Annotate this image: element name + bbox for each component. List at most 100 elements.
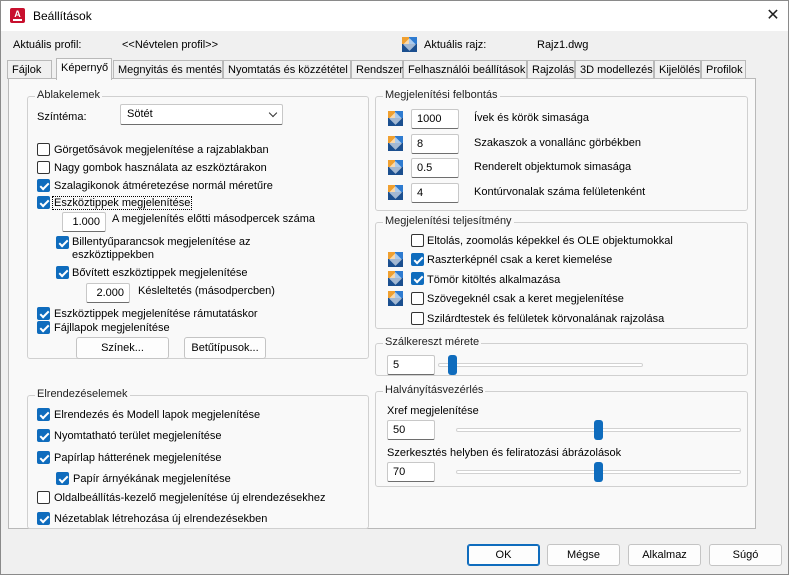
xref-fade-input[interactable]: 50 <box>387 420 435 440</box>
highlight-raster-frame-checkbox[interactable] <box>411 253 424 266</box>
autocad-app-icon: A <box>10 8 25 23</box>
display-resolution-title: Megjelenítési felbontás <box>383 89 500 101</box>
apply-button[interactable]: Alkalmaz <box>628 544 701 566</box>
create-viewport-label: Nézetablak létrehozása új elrendezésekbe… <box>54 513 268 525</box>
inplace-fade-input[interactable]: 70 <box>387 462 435 482</box>
solid-fill-label: Tömör kitöltés alkalmazása <box>427 274 561 286</box>
inplace-edit-label: Szerkesztés helyben és feliratozási ábrá… <box>387 447 622 459</box>
chevron-down-icon <box>268 108 278 118</box>
xref-slider-thumb[interactable] <box>594 420 603 440</box>
crosshair-size-title: Szálkereszt mérete <box>383 336 482 348</box>
resize-ribbon-icons-label: Szalagikonok átméretezése normál méretűr… <box>54 180 273 192</box>
large-buttons-checkbox[interactable] <box>37 161 50 174</box>
resize-ribbon-icons-checkbox[interactable] <box>37 179 50 192</box>
polyline-segments-input[interactable]: 8 <box>411 134 459 154</box>
printable-area-checkbox[interactable] <box>37 429 50 442</box>
layout-model-tabs-checkbox[interactable] <box>37 408 50 421</box>
tab-user-preferences[interactable]: Felhasználói beállítások <box>403 60 527 79</box>
fade-control-title: Halványításvezérlés <box>383 384 486 396</box>
drawing-saved-icon <box>388 111 403 126</box>
scrollbars-checkbox[interactable] <box>37 143 50 156</box>
paper-shadow-label: Papír árnyékának megjelenítése <box>73 473 231 485</box>
large-buttons-label: Nagy gombok használata az eszköztárakon <box>54 162 267 174</box>
tab-plot-publish[interactable]: Nyomtatás és közzététel <box>223 60 351 79</box>
scrollbars-label: Görgetősávok megjelenítése a rajzablakba… <box>54 144 269 156</box>
extended-delay-input[interactable]: 2.000 <box>86 283 130 303</box>
drawing-saved-icon <box>388 185 403 200</box>
rollover-tooltips-label: Eszköztippek megjelenítése rámutatáskor <box>54 308 258 320</box>
current-drawing-label: Aktuális rajz: <box>424 39 487 51</box>
rollover-tooltips-checkbox[interactable] <box>37 307 50 320</box>
color-scheme-label: Színtéma: <box>37 111 87 123</box>
window-title: Beállítások <box>33 9 92 23</box>
current-profile-value: <<Névtelen profil>> <box>122 39 219 51</box>
rendered-smoothness-label: Renderelt objektumok simasága <box>474 161 632 173</box>
tab-drafting[interactable]: Rajzolás <box>527 60 575 79</box>
help-button[interactable]: Súgó <box>709 544 782 566</box>
show-tooltips-label: Eszköztippek megjelenítése <box>52 196 193 210</box>
drawing-saved-icon <box>388 252 403 267</box>
polyline-segments-label: Szakaszok a vonallánc görbékben <box>474 137 641 149</box>
rendered-smoothness-input[interactable]: 0.5 <box>411 158 459 178</box>
tab-3d-modeling[interactable]: 3D modellezés <box>575 60 654 79</box>
tooltip-delay-input[interactable]: 1.000 <box>62 212 106 232</box>
pan-zoom-raster-checkbox[interactable] <box>411 234 424 247</box>
page-setup-manager-checkbox[interactable] <box>37 491 50 504</box>
contour-lines-input[interactable]: 4 <box>411 183 459 203</box>
display-performance-title: Megjelenítési teljesítmény <box>383 215 514 227</box>
crosshair-slider-thumb[interactable] <box>447 355 457 375</box>
tab-display[interactable]: Képernyő <box>56 58 112 80</box>
tooltip-delay-label: A megjelenítés előtti másodpercek száma <box>112 213 315 225</box>
paper-shadow-checkbox[interactable] <box>56 472 69 485</box>
tab-open-save[interactable]: Megnyitás és mentés <box>113 60 223 79</box>
tab-profiles[interactable]: Profilok <box>701 60 746 79</box>
extended-delay-label: Késleltetés (másodpercben) <box>138 285 275 297</box>
current-drawing-value: Rajz1.dwg <box>537 39 589 51</box>
xref-display-label: Xref megjelenítése <box>387 405 479 417</box>
color-scheme-select[interactable]: Sötét <box>120 104 283 125</box>
file-tabs-checkbox[interactable] <box>37 321 50 334</box>
tab-system[interactable]: Rendszer <box>351 60 403 79</box>
shortcut-keys-label: Billentyűparancsok megjelenítése az eszk… <box>72 236 251 261</box>
arc-smoothness-input[interactable]: 1000 <box>411 109 459 129</box>
text-frame-checkbox[interactable] <box>411 292 424 305</box>
page-setup-manager-label: Oldalbeállítás-kezelő megjelenítése új e… <box>54 492 326 504</box>
layout-model-tabs-label: Elrendezés és Modell lapok megjelenítése <box>54 409 261 421</box>
file-tabs-label: Fájllapok megjelenítése <box>54 322 170 334</box>
title-bar: A Beállítások ✕ <box>1 1 788 31</box>
silhouette-checkbox[interactable] <box>411 312 424 325</box>
drawing-saved-icon <box>388 160 403 175</box>
ok-button[interactable]: OK <box>467 544 540 566</box>
shortcut-keys-checkbox[interactable] <box>56 236 69 249</box>
text-frame-label: Szövegeknél csak a keret megjelenítése <box>427 293 624 305</box>
pan-zoom-raster-label: Eltolás, zoomolás képekkel és OLE objekt… <box>427 235 673 247</box>
tab-files[interactable]: Fájlok <box>7 60 52 79</box>
contour-lines-label: Kontúrvonalak száma felületenként <box>474 186 646 198</box>
solid-fill-checkbox[interactable] <box>411 272 424 285</box>
crosshair-size-input[interactable]: 5 <box>387 355 435 375</box>
colors-button[interactable]: Színek... <box>76 337 169 359</box>
silhouette-label: Szilárdtestek és felületek körvonalának … <box>427 313 665 325</box>
show-tooltips-checkbox[interactable] <box>37 196 50 209</box>
paper-background-label: Papírlap hátterének megjelenítése <box>54 452 222 464</box>
close-button[interactable]: ✕ <box>759 3 787 29</box>
tab-selection[interactable]: Kijelölés <box>654 60 701 79</box>
create-viewport-checkbox[interactable] <box>37 512 50 525</box>
window-elements-title: Ablakelemek <box>35 89 102 101</box>
layout-elements-title: Elrendezéselemek <box>35 388 130 400</box>
inplace-slider-thumb[interactable] <box>594 462 603 482</box>
drawing-saved-icon <box>388 136 403 151</box>
drawing-file-icon <box>402 37 417 52</box>
paper-background-checkbox[interactable] <box>37 451 50 464</box>
crosshair-size-slider[interactable] <box>438 363 643 367</box>
extended-tooltips-checkbox[interactable] <box>56 266 69 279</box>
printable-area-label: Nyomtatható terület megjelenítése <box>54 430 222 442</box>
current-profile-label: Aktuális profil: <box>13 39 82 51</box>
fonts-button[interactable]: Betűtípusok... <box>184 337 266 359</box>
cancel-button[interactable]: Mégse <box>547 544 620 566</box>
drawing-saved-icon <box>388 291 403 306</box>
options-dialog: A Beállítások ✕ Aktuális profil: <<Névte… <box>0 0 789 575</box>
drawing-saved-icon <box>388 271 403 286</box>
arc-smoothness-label: Ívek és körök simasága <box>474 112 589 124</box>
extended-tooltips-label: Bővített eszköztippek megjelenítése <box>72 267 248 279</box>
